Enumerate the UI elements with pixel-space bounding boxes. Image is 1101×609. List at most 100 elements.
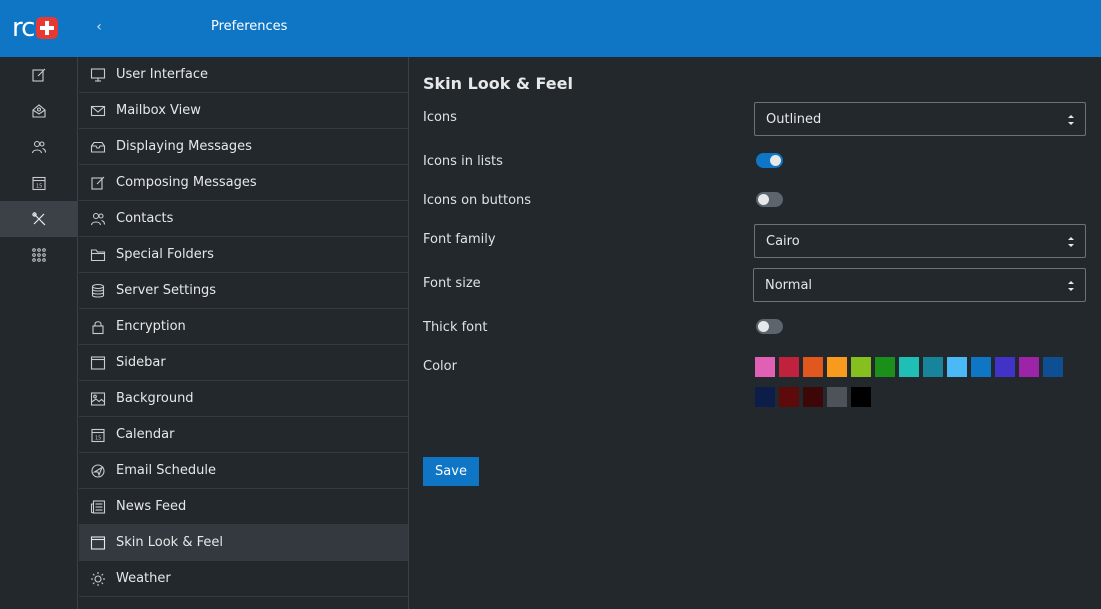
schedule-icon: [90, 463, 106, 479]
sun-icon: [90, 571, 106, 587]
section-skin-look-feel[interactable]: Skin Look & Feel: [79, 525, 408, 561]
section-label: Special Folders: [116, 247, 214, 262]
color-swatch[interactable]: [899, 357, 919, 377]
folder-icon: [90, 247, 106, 263]
logo-text: rc: [12, 13, 35, 43]
color-swatch[interactable]: [851, 357, 871, 377]
color-swatch[interactable]: [1043, 357, 1063, 377]
section-calendar[interactable]: 15 Calendar: [79, 417, 408, 453]
icons-select-value: Outlined: [766, 111, 822, 127]
compose-icon: [31, 68, 45, 82]
contacts-icon: [31, 140, 46, 154]
window-icon: [90, 355, 106, 371]
color-swatch[interactable]: [755, 357, 775, 377]
section-title: Skin Look & Feel: [423, 74, 573, 93]
apps-grid-icon: [31, 248, 46, 262]
color-swatch[interactable]: [1019, 357, 1039, 377]
lock-icon: [90, 319, 106, 335]
color-swatch[interactable]: [755, 387, 775, 407]
envelope-icon: [90, 103, 106, 119]
color-swatch[interactable]: [803, 387, 823, 407]
icons-select[interactable]: Outlined: [754, 102, 1086, 136]
font-family-label: Font family: [423, 232, 496, 247]
select-arrows-icon: [1068, 281, 1074, 291]
color-swatch[interactable]: [995, 357, 1015, 377]
section-label: Weather: [116, 571, 171, 586]
newspaper-icon: [90, 499, 106, 515]
nav-calendar[interactable]: 15: [0, 165, 77, 201]
calendar-icon: 15: [31, 176, 46, 191]
nav-apps[interactable]: [0, 237, 77, 273]
section-contacts[interactable]: Contacts: [79, 201, 408, 237]
section-label: Background: [116, 391, 194, 406]
color-swatch[interactable]: [779, 387, 799, 407]
color-swatch[interactable]: [827, 357, 847, 377]
image-icon: [90, 391, 106, 407]
color-label: Color: [423, 359, 457, 374]
color-swatch[interactable]: [803, 357, 823, 377]
envelope-open-icon: [90, 139, 106, 155]
section-label: Skin Look & Feel: [116, 535, 223, 550]
icons-in-lists-toggle[interactable]: [756, 153, 783, 168]
color-swatch[interactable]: [779, 357, 799, 377]
skin-settings-panel: Skin Look & Feel Icons Outlined Icons in…: [409, 57, 1101, 609]
section-sidebar[interactable]: Sidebar: [79, 345, 408, 381]
section-news-feed[interactable]: News Feed: [79, 489, 408, 525]
color-swatch[interactable]: [971, 357, 991, 377]
page-title: Preferences: [211, 19, 288, 34]
nav-contacts[interactable]: [0, 129, 77, 165]
section-encryption[interactable]: Encryption: [79, 309, 408, 345]
font-family-select-value: Cairo: [766, 233, 800, 249]
section-server-settings[interactable]: Server Settings: [79, 273, 408, 309]
top-header: rc ‹ Preferences: [0, 0, 1101, 57]
section-displaying-messages[interactable]: Displaying Messages: [79, 129, 408, 165]
icons-on-buttons-label: Icons on buttons: [423, 193, 532, 208]
select-arrows-icon: [1068, 115, 1074, 125]
section-special-folders[interactable]: Special Folders: [79, 237, 408, 273]
section-user-interface[interactable]: User Interface: [79, 57, 408, 93]
color-swatch[interactable]: [851, 387, 871, 407]
section-weather[interactable]: Weather: [79, 561, 408, 597]
section-label: Composing Messages: [116, 175, 257, 190]
icons-label: Icons: [423, 110, 457, 125]
section-label: Contacts: [116, 211, 174, 226]
color-swatch[interactable]: [947, 357, 967, 377]
back-button[interactable]: ‹: [90, 17, 108, 37]
toggle-knob: [770, 155, 781, 166]
section-background[interactable]: Background: [79, 381, 408, 417]
contacts-icon: [90, 211, 106, 227]
color-swatch[interactable]: [875, 357, 895, 377]
color-swatch[interactable]: [827, 387, 847, 407]
logo-plus-icon: [36, 17, 59, 39]
section-email-schedule[interactable]: Email Schedule: [79, 453, 408, 489]
thick-font-toggle[interactable]: [756, 319, 783, 334]
toggle-knob: [758, 321, 769, 332]
font-size-select[interactable]: Normal: [753, 268, 1086, 302]
thick-font-label: Thick font: [423, 320, 488, 335]
font-family-select[interactable]: Cairo: [754, 224, 1086, 258]
section-label: Sidebar: [116, 355, 166, 370]
settings-section-list: User Interface Mailbox View Displaying M…: [79, 57, 409, 609]
section-label: Encryption: [116, 319, 186, 334]
app-logo[interactable]: rc: [12, 13, 59, 43]
toggle-knob: [758, 194, 769, 205]
svg-text:15: 15: [36, 184, 42, 190]
select-arrows-icon: [1068, 237, 1074, 247]
section-label: User Interface: [116, 67, 208, 82]
window-icon: [90, 535, 106, 551]
section-label: News Feed: [116, 499, 187, 514]
section-mailbox-view[interactable]: Mailbox View: [79, 93, 408, 129]
color-swatch[interactable]: [923, 357, 943, 377]
nav-compose[interactable]: [0, 57, 77, 93]
calendar-icon: 15: [90, 427, 106, 443]
icons-on-buttons-toggle[interactable]: [756, 192, 783, 207]
section-composing-messages[interactable]: Composing Messages: [79, 165, 408, 201]
section-label: Calendar: [116, 427, 175, 442]
app-nav-rail: 15: [0, 57, 78, 609]
compose-icon: [90, 175, 106, 191]
nav-settings[interactable]: [0, 201, 77, 237]
nav-mail[interactable]: [0, 93, 77, 129]
save-button[interactable]: Save: [423, 457, 479, 486]
mail-icon: [31, 104, 46, 118]
section-label: Mailbox View: [116, 103, 201, 118]
